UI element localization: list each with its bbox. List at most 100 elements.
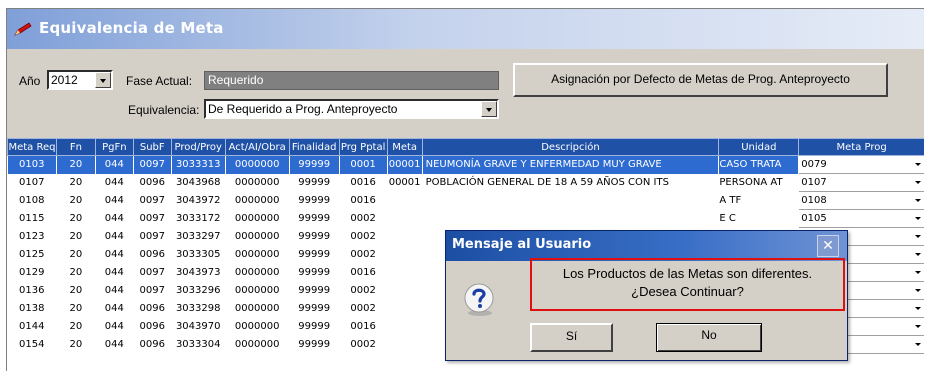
cell-prg: 0016 [339,317,388,336]
cell-meta-req: 0123 [7,227,57,246]
cell-meta-prog[interactable]: 0108 [798,191,924,210]
fase-actual-field: Requerido [204,71,499,90]
asignacion-por-defecto-button[interactable]: Asignación por Defecto de Metas de Prog.… [513,63,888,97]
cell-subf: 0096 [133,299,172,318]
chevron-down-icon[interactable] [912,229,924,243]
cell-meta-prog[interactable]: 0105 [798,209,924,228]
cell-meta [387,281,423,300]
cell-meta [387,209,423,228]
cell-act: 0000000 [225,281,290,300]
cell-meta [387,299,423,318]
equivalencia-value: De Requerido a Prog. Anteproyecto [208,102,398,116]
chevron-down-icon[interactable] [912,337,924,351]
cell-fin: 99999 [289,263,340,282]
column-header[interactable]: Meta Req [7,138,57,156]
no-button[interactable]: No [656,323,762,352]
cell-fn: 20 [56,263,96,282]
cell-prg: 0016 [339,263,388,282]
cell-prg: 0002 [339,299,388,318]
cell-desc [422,209,720,228]
cell-subf: 0097 [133,191,172,210]
cell-subf: 0096 [133,335,172,354]
dialog-titlebar[interactable]: Mensaje al Usuario ✕ [446,231,847,261]
si-button[interactable]: Sí [530,323,613,352]
chevron-down-icon[interactable] [912,211,924,225]
meta-prog-value: 0079 [801,159,827,170]
cell-desc: NEUMONÍA GRAVE Y ENFERMEDAD MUY GRAVE [422,155,720,174]
cell-prod: 3033313 [171,155,226,174]
cell-meta-prog[interactable]: 0079 [798,155,924,174]
chevron-down-icon[interactable] [912,157,924,171]
cell-pgfn: 044 [95,317,134,336]
cell-meta-req: 0154 [7,335,57,354]
cell-pgfn: 044 [95,299,134,318]
cell-pgfn: 044 [95,209,134,228]
chevron-down-icon[interactable] [912,265,924,279]
table-row[interactable]: 0115 20 044 0097 3033172 0000000 99999 0002 E C0… [7,209,924,228]
chevron-down-icon[interactable] [912,175,924,189]
cell-fin: 99999 [289,209,340,228]
cell-meta-req: 0108 [7,191,57,210]
cell-subf: 0097 [133,281,172,300]
cell-prod: 3033305 [171,245,226,264]
cell-unidad: CASO TRATA [718,155,800,174]
cell-fn: 20 [56,173,96,192]
table-row[interactable]: 0108 20 044 0097 3043972 0000000 99999 0016 A TF… [7,191,924,210]
column-header[interactable]: SubF [132,138,172,156]
cell-meta-req: 0115 [7,209,57,228]
cell-meta-prog[interactable]: 0107 [798,173,924,192]
table-row[interactable]: 0103 20 044 0097 3033313 0000000 99999 0001 0000… [7,155,924,174]
cell-desc [422,191,720,210]
cell-fin: 99999 [289,299,340,318]
cell-fin: 99999 [289,173,340,192]
column-header[interactable]: Prod/Proy [170,138,226,156]
message-text: Los Productos de las Metas son diferente… [532,265,843,301]
table-header-row: Meta Req Fn PgFn SubF Prod/Proy Act/AI/Obra Fi… [7,138,924,156]
chevron-down-icon[interactable] [912,283,924,297]
column-header[interactable]: Prg Pptal [338,138,388,156]
chevron-down-icon[interactable] [912,193,924,207]
cell-meta [387,245,423,264]
cell-meta-req: 0107 [7,173,57,192]
cell-prg: 0002 [339,245,388,264]
cell-meta [387,191,423,210]
cell-prg: 0002 [339,227,388,246]
mensaje-dialog: Mensaje al Usuario ✕ Los Productos de la… [445,230,848,361]
cell-unidad: E C [718,209,800,228]
cell-pgfn: 044 [95,245,134,264]
equivalencia-select[interactable]: De Requerido a Prog. Anteproyecto [204,99,499,119]
cell-meta: 00001 [387,173,423,192]
cell-act: 0000000 [225,191,290,210]
column-header[interactable]: Finalidad [288,138,340,156]
cell-fin: 99999 [289,191,340,210]
chevron-down-icon[interactable] [912,247,924,261]
filter-form: Año 2012 Fase Actual: Requerido Equivale… [7,49,924,138]
column-header[interactable]: Fn [55,138,96,156]
chevron-down-icon[interactable] [95,72,111,88]
cell-unidad: PERSONA AT [718,173,800,192]
close-icon[interactable]: ✕ [817,235,839,257]
cell-pgfn: 044 [95,335,134,354]
column-header[interactable]: Meta [386,138,423,156]
window-titlebar[interactable]: Equivalencia de Meta [7,9,924,49]
chevron-down-icon[interactable] [912,319,924,333]
cell-act: 0000000 [225,155,290,174]
chevron-down-icon[interactable] [481,101,497,117]
column-header[interactable]: Act/AI/Obra [224,138,290,156]
column-header[interactable]: Descripción [421,138,720,156]
cell-prod: 3043972 [171,191,226,210]
table-row[interactable]: 0107 20 044 0096 3043968 0000000 99999 0016 0000… [7,173,924,192]
cell-act: 0000000 [225,245,290,264]
cell-pgfn: 044 [95,173,134,192]
column-header[interactable]: Meta Prog [798,138,924,156]
cell-subf: 0097 [133,155,172,174]
cell-meta-req: 0103 [7,155,57,174]
ano-select[interactable]: 2012 [47,70,113,90]
column-header[interactable]: PgFn [94,138,134,156]
cell-meta [387,317,423,336]
cell-prod: 3043968 [171,173,226,192]
cell-act: 0000000 [225,317,290,336]
column-header[interactable]: Unidad [718,138,800,156]
chevron-down-icon[interactable] [912,301,924,315]
application-window: Equivalencia de Meta Año 2012 Fase Actua… [0,0,930,371]
